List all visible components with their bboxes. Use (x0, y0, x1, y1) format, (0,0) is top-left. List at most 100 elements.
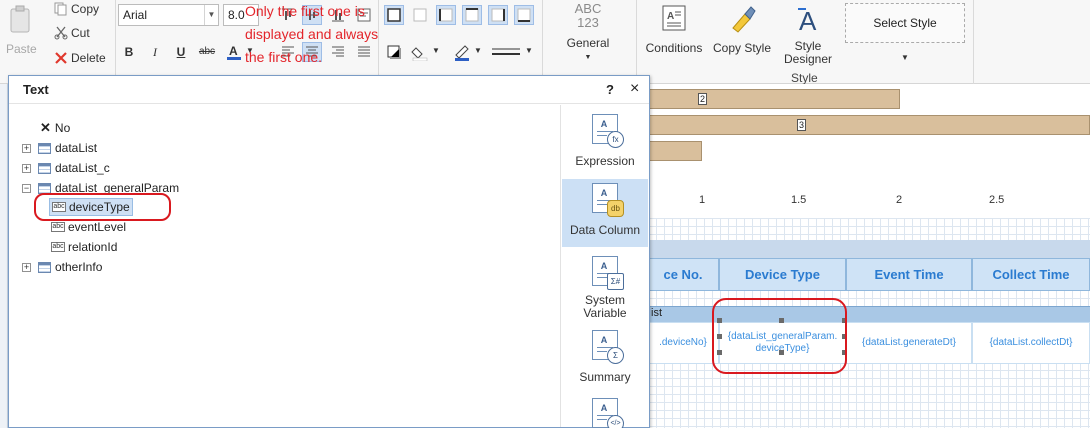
dialog-title: Text (23, 82, 49, 97)
cell-text: {dataList.collectDt} (989, 337, 1073, 348)
style-group-label: Style (791, 71, 818, 85)
collapse-icon[interactable]: − (22, 183, 31, 193)
fill-color-button[interactable] (410, 42, 430, 62)
summary-button[interactable]: A Σ Summary (562, 326, 648, 388)
fill-color-dropdown-icon[interactable]: ▼ (432, 46, 440, 55)
svg-text:A: A (229, 44, 238, 58)
axis-tick-label: 1 (699, 194, 706, 206)
expand-icon[interactable]: + (22, 163, 31, 173)
bar-1 (648, 141, 702, 161)
delete-icon[interactable] (54, 51, 68, 65)
border-style-button[interactable] (489, 42, 523, 62)
border-left-button[interactable] (436, 5, 456, 25)
style-designer-button[interactable]: A Style Designer (778, 4, 838, 66)
select-style-combo[interactable]: Select Style (845, 3, 965, 43)
dialog-titlebar: Text ? × (9, 76, 649, 104)
summary-label: Summary (579, 370, 631, 384)
font-color-button[interactable]: A (224, 42, 244, 62)
svg-text:A: A (667, 11, 674, 22)
general-label: General (566, 36, 610, 50)
system-variable-button[interactable]: A Σ# System Variable (562, 252, 648, 320)
copy-icon[interactable] (54, 2, 68, 16)
help-icon[interactable]: ? (606, 82, 614, 97)
axis-tick-label: 1.5 (791, 194, 807, 206)
copy-style-label: Copy Style (712, 41, 772, 55)
close-icon[interactable]: × (630, 80, 639, 98)
expand-icon[interactable]: + (22, 262, 31, 272)
border-color-button[interactable] (452, 42, 472, 62)
band-header-strip (648, 240, 1090, 258)
axis-tick-label: 2.5 (989, 194, 1005, 206)
copy-style-button[interactable]: Copy Style (710, 4, 774, 55)
border-right-button[interactable] (488, 5, 508, 25)
column-header[interactable]: Event Time (846, 258, 972, 291)
strikethrough-button[interactable]: abc (197, 42, 217, 62)
border-bottom-button[interactable] (514, 5, 534, 25)
code-button[interactable]: A </> (562, 394, 648, 428)
tree-item-label: No (54, 121, 71, 135)
border-color-dropdown-icon[interactable]: ▼ (474, 46, 482, 55)
font-size-value: 8.0 (228, 8, 245, 22)
table-icon (38, 142, 51, 154)
bar-2: 2 (648, 89, 900, 109)
general-icon-bottom: 123 (577, 15, 599, 30)
chart-area: 2 3 1 1.5 2 2.5 (648, 84, 1090, 218)
column-header[interactable]: ce No. (648, 258, 719, 291)
tree-item-relationid[interactable]: abc relationId (51, 238, 117, 256)
column-header[interactable]: Device Type (719, 258, 846, 291)
tree-item-label: dataList (55, 141, 98, 155)
highlight-tree-annotation (34, 193, 171, 221)
system-variable-label: System Variable (583, 293, 627, 320)
table-icon (38, 182, 51, 194)
cell-text: {dataList.generateDt} (862, 337, 956, 348)
text-dialog: Text ? × ✕ No + dataList + dataList_c − … (8, 75, 650, 428)
cut-button[interactable]: Cut (71, 26, 90, 40)
code-icon: A </> (592, 398, 624, 428)
side-panel-divider (560, 105, 561, 427)
table-cell[interactable]: .deviceNo} (648, 322, 719, 364)
tree-item-datalist-c[interactable]: + dataList_c (22, 159, 110, 177)
border-none-button[interactable] (410, 5, 430, 25)
delete-button[interactable]: Delete (71, 51, 106, 65)
expand-icon[interactable]: + (22, 143, 31, 153)
cut-icon[interactable] (54, 26, 68, 40)
tree-item-label: otherInfo (55, 260, 103, 274)
tree-item-no[interactable]: ✕ No (40, 119, 70, 137)
expression-button[interactable]: A fx Expression (562, 110, 648, 172)
cell-text: .deviceNo} (659, 337, 707, 348)
chevron-down-icon[interactable]: ▼ (204, 5, 218, 25)
expression-icon: A fx (592, 114, 624, 148)
border-top-button[interactable] (462, 5, 482, 25)
underline-button[interactable]: U (171, 42, 191, 62)
style-designer-label: Style Designer (783, 39, 833, 66)
style-designer-icon: A (798, 6, 817, 36)
paste-button[interactable]: Paste (6, 42, 37, 56)
tree-item-otherinfo[interactable]: + otherInfo (22, 258, 102, 276)
column-header[interactable]: Collect Time (972, 258, 1090, 291)
table-icon (38, 162, 51, 174)
bar-label: 2 (698, 93, 707, 105)
data-band-name: ist (651, 307, 662, 319)
axis-tick-label: 2 (896, 194, 903, 206)
data-column-button[interactable]: A db Data Column (562, 179, 648, 247)
italic-button[interactable]: I (145, 42, 165, 62)
summary-icon: A Σ (592, 330, 624, 364)
conditions-button[interactable]: A Conditions (642, 4, 706, 55)
table-cell[interactable]: {dataList.collectDt} (972, 322, 1090, 364)
tree-item-datalist[interactable]: + dataList (22, 139, 97, 157)
select-style-dropdown-icon[interactable]: ▼ (901, 53, 909, 62)
text-format-button[interactable]: ABC 123 General ▼ (560, 2, 616, 62)
tree-item-label: dataList_c (55, 161, 110, 175)
table-cell[interactable]: {dataList.generateDt} (846, 322, 972, 364)
bar-3: 3 (648, 115, 1090, 135)
report-designer-canvas: 2 3 1 1.5 2 2.5 ce No. Device Type Event… (648, 84, 1090, 428)
select-style-label: Select Style (873, 16, 937, 30)
data-tree: ✕ No + dataList + dataList_c − dataList_… (9, 105, 560, 427)
font-name-combo[interactable]: Arial ▼ (118, 4, 219, 26)
border-style-dropdown-icon[interactable]: ▼ (525, 46, 533, 55)
data-column-label: Data Column (569, 223, 641, 237)
conditions-label: Conditions (645, 41, 703, 55)
copy-button[interactable]: Copy (71, 2, 99, 16)
paste-icon[interactable] (10, 4, 32, 34)
bold-button[interactable]: B (119, 42, 139, 62)
